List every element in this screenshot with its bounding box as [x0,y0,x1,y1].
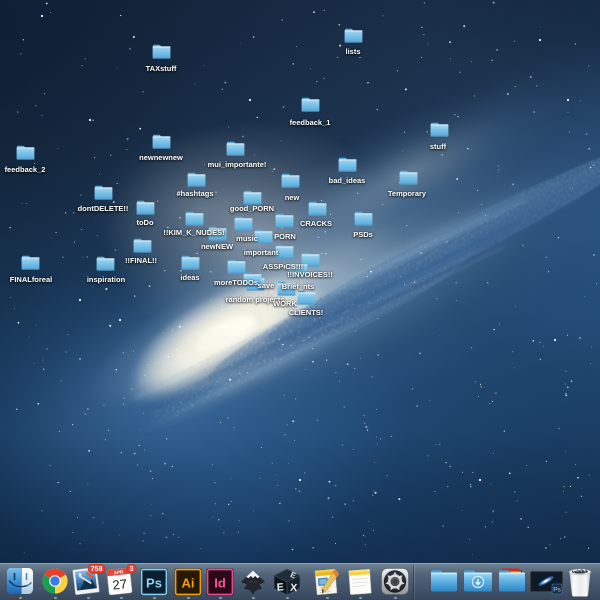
svg-text:27: 27 [112,576,128,592]
svg-text:APR: APR [113,569,124,575]
svg-text:758: 758 [91,566,103,573]
svg-text:Ps: Ps [553,587,561,594]
svg-text:3: 3 [130,566,134,573]
svg-text:Id: Id [214,576,226,591]
svg-text:Ps: Ps [146,576,162,591]
svg-text:X: X [290,582,298,594]
svg-text:E: E [276,581,284,593]
svg-text:Ai: Ai [182,576,195,591]
